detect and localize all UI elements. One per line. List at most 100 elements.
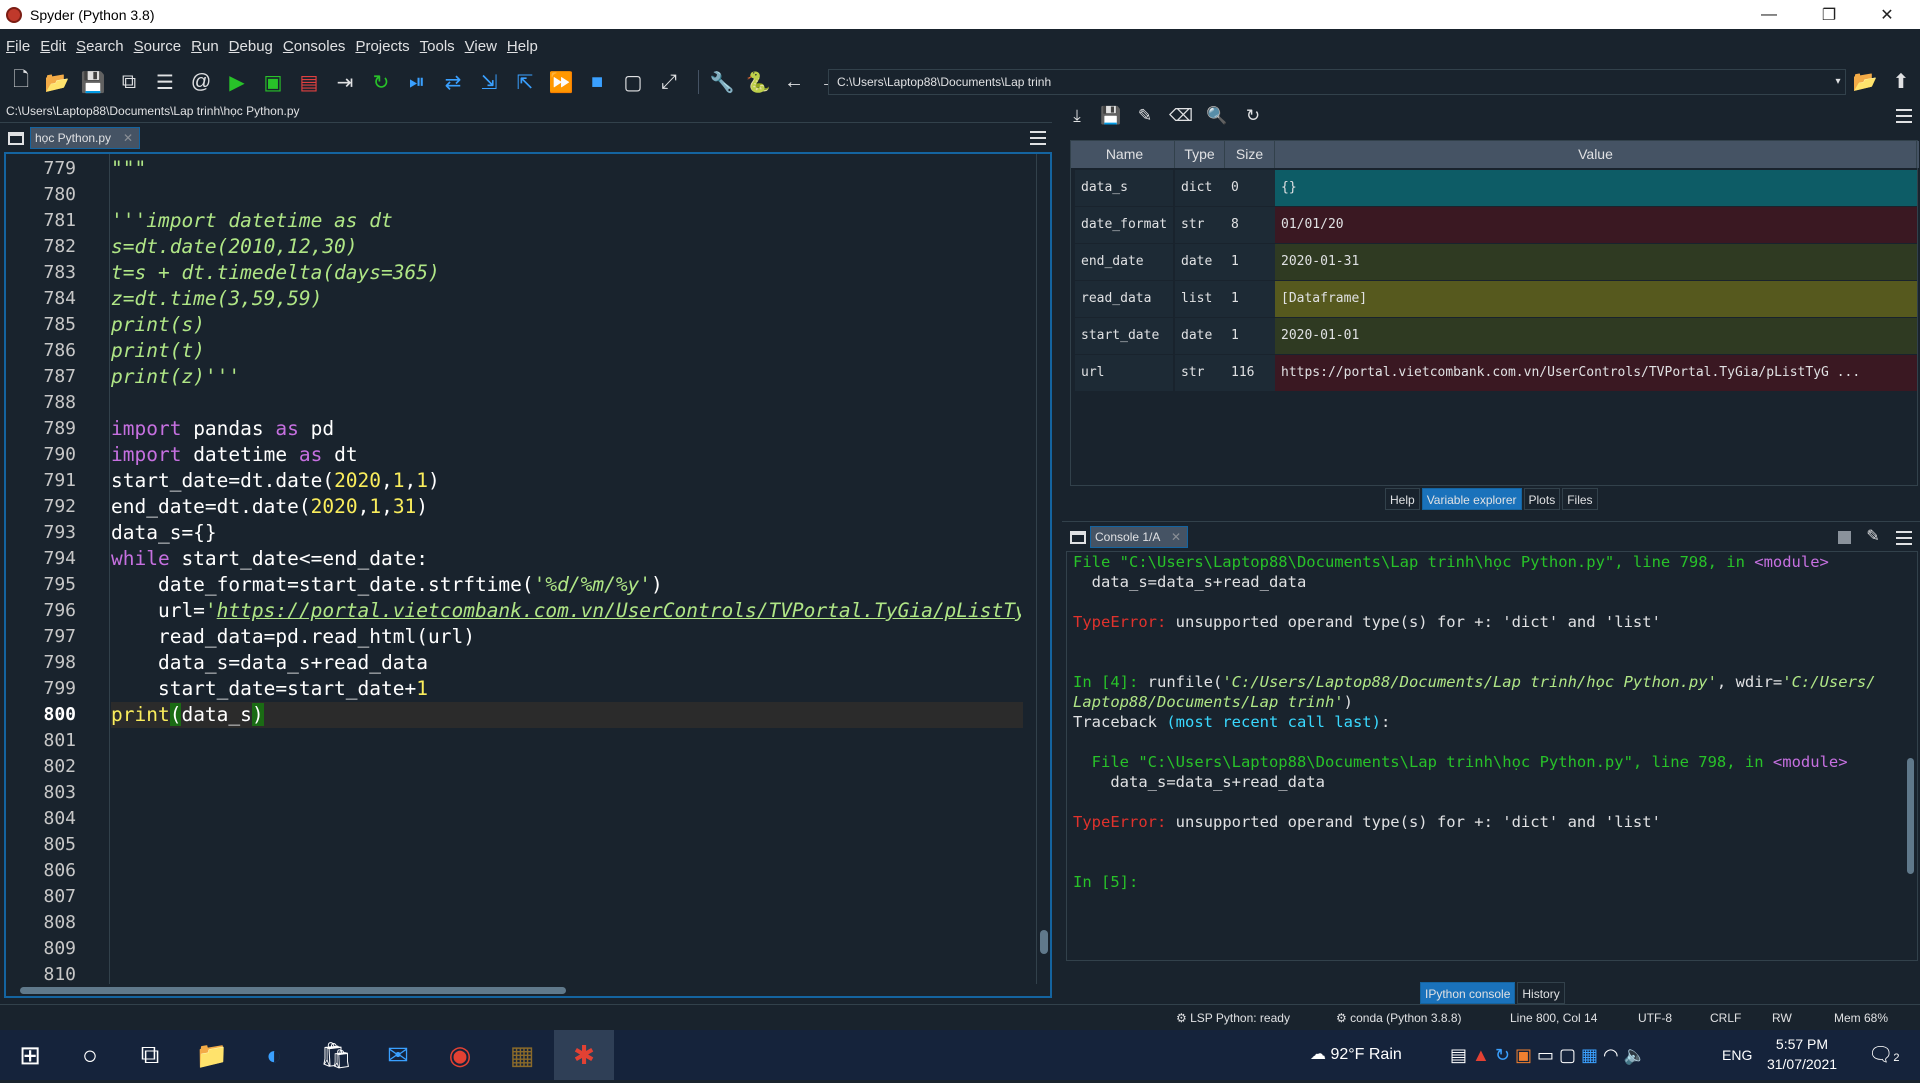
browse-folder-icon[interactable]: 📂	[1850, 66, 1880, 96]
maximize-button[interactable]: ❐	[1800, 0, 1858, 29]
fullscreen-icon[interactable]: ⤢	[654, 67, 684, 97]
stop-kernel-icon[interactable]	[1838, 531, 1851, 544]
outline-icon[interactable]: ☰	[150, 67, 180, 97]
back-icon[interactable]: ←	[779, 67, 809, 97]
browse-tabs-icon[interactable]	[1070, 531, 1086, 544]
console-options-icon[interactable]	[1896, 531, 1912, 545]
editor-options-icon[interactable]	[1030, 131, 1046, 145]
tray-display-icon[interactable]: ▢	[1559, 1045, 1581, 1065]
menu-search[interactable]: Search	[76, 38, 124, 55]
volume-icon[interactable]: 🔈	[1624, 1045, 1646, 1065]
preferences-icon[interactable]: 🔧	[707, 67, 737, 97]
edge-browser-icon[interactable]: ◐	[244, 1030, 304, 1080]
task-view-icon[interactable]: ⧉	[120, 1030, 180, 1080]
parent-directory-icon[interactable]: ⬆	[1886, 66, 1916, 96]
working-directory-input[interactable]: C:\Users\Laptop88\Documents\Lap trinh	[828, 69, 1846, 95]
table-row[interactable]: data_s dict 0 {}	[1075, 170, 1917, 207]
eraser-icon[interactable]: ⌫	[1168, 104, 1194, 128]
stop-icon[interactable]: ■	[582, 67, 612, 97]
tab-plots[interactable]: Plots	[1523, 488, 1561, 510]
menu-source[interactable]: Source	[134, 38, 182, 55]
refresh-icon[interactable]: ↻	[1240, 104, 1266, 128]
notifications-icon[interactable]: 🗨2	[1868, 1030, 1900, 1080]
input-language[interactable]: ENG	[1722, 1030, 1752, 1080]
minimize-button[interactable]: —	[1740, 0, 1798, 29]
chrome-icon[interactable]: ◉	[430, 1030, 490, 1080]
menu-projects[interactable]: Projects	[355, 38, 409, 55]
rerun-icon[interactable]: ↻	[366, 67, 396, 97]
table-row[interactable]: start_date date 1 2020-01-01	[1075, 318, 1917, 355]
console-tab[interactable]: Console 1/A ✕	[1090, 526, 1188, 548]
tray-app-icon[interactable]: ▦	[1581, 1045, 1603, 1065]
close-tab-icon[interactable]: ✕	[1171, 527, 1181, 547]
new-file-icon[interactable]: 🗋	[6, 67, 36, 97]
table-row[interactable]: url str 116 https://portal.vietcombank.c…	[1075, 355, 1917, 392]
spyder-taskbar-icon[interactable]: ✱	[554, 1030, 614, 1080]
clear-console-icon[interactable]: ✎	[1862, 526, 1884, 548]
save-data-as-icon[interactable]: ✎	[1132, 104, 1158, 128]
menu-help[interactable]: Help	[507, 38, 538, 55]
battery-icon[interactable]: ▭	[1537, 1045, 1559, 1065]
tray-app-icon[interactable]: ▤	[1450, 1045, 1472, 1065]
menu-file[interactable]: File	[6, 38, 30, 55]
store-icon[interactable]: 🛍	[306, 1030, 366, 1080]
tab-ipython-console[interactable]: IPython console	[1420, 982, 1516, 1004]
scrollbar-thumb[interactable]	[1907, 758, 1914, 874]
run-icon[interactable]: ▶	[222, 67, 252, 97]
file-explorer-icon[interactable]: 📁	[182, 1030, 242, 1080]
system-tray-icons[interactable]: ▤ ▲ ↻ ▣ ▭ ▢ ▦ ◠ 🔈	[1450, 1030, 1646, 1080]
tab-files[interactable]: Files	[1562, 488, 1598, 510]
variable-explorer-options-icon[interactable]	[1896, 109, 1912, 123]
chevron-down-icon[interactable]: ▾	[1830, 69, 1846, 95]
step-into-icon[interactable]: ⇲	[474, 67, 504, 97]
editor-vertical-scrollbar[interactable]	[1036, 154, 1050, 984]
minecraft-icon[interactable]: ▦	[492, 1030, 552, 1080]
python-path-icon[interactable]: 🐍	[743, 67, 773, 97]
save-data-icon[interactable]: 💾	[1098, 104, 1124, 128]
import-data-icon[interactable]: ⤓	[1064, 104, 1090, 128]
continue-icon[interactable]: ⏩	[546, 67, 576, 97]
wifi-icon[interactable]: ◠	[1603, 1045, 1624, 1065]
table-row[interactable]: date_format str 8 01/01/20	[1075, 207, 1917, 244]
code-text-area[interactable]: """ '''import datetime as dt s=dt.date(2…	[111, 154, 1021, 984]
tab-variable-explorer[interactable]: Variable explorer	[1421, 488, 1522, 510]
step-icon[interactable]: ⇄	[438, 67, 468, 97]
ipython-console[interactable]: File "C:\Users\Laptop88\Documents\Lap tr…	[1066, 551, 1918, 961]
editor-horizontal-scrollbar[interactable]	[16, 984, 1036, 996]
mail-icon[interactable]: ✉	[368, 1030, 428, 1080]
save-icon[interactable]: 💾	[78, 67, 108, 97]
menu-view[interactable]: View	[465, 38, 497, 55]
column-name[interactable]: Name	[1075, 141, 1175, 168]
debug-icon[interactable]: ⏯	[402, 67, 432, 97]
run-selection-icon[interactable]: ⇥	[330, 67, 360, 97]
menu-run[interactable]: Run	[191, 38, 219, 55]
tab-history[interactable]: History	[1517, 982, 1565, 1004]
save-all-icon[interactable]: ⧉	[114, 67, 144, 97]
column-value[interactable]: Value	[1275, 141, 1917, 168]
scrollbar-thumb[interactable]	[1040, 930, 1048, 954]
close-tab-icon[interactable]: ✕	[123, 128, 133, 148]
weather-widget[interactable]: ☁ 92°F Rain	[1310, 1030, 1402, 1080]
console-scrollbar[interactable]	[1905, 556, 1915, 956]
search-icon[interactable]: 🔍	[1204, 104, 1230, 128]
menu-debug[interactable]: Debug	[229, 38, 273, 55]
open-file-icon[interactable]: 📂	[42, 67, 72, 97]
tray-adobe-icon[interactable]: ▲	[1472, 1045, 1495, 1065]
close-button[interactable]: ✕	[1858, 0, 1916, 29]
table-row[interactable]: read_data list 1 [Dataframe]	[1075, 281, 1917, 318]
table-row[interactable]: end_date date 1 2020-01-31	[1075, 244, 1917, 281]
run-cell-icon[interactable]: ▣	[258, 67, 288, 97]
column-size[interactable]: Size	[1225, 141, 1275, 168]
run-cell-advance-icon[interactable]: ▤	[294, 67, 324, 97]
code-editor[interactable]: 779 780 781 782 783 784 785 786 787 788 …	[4, 152, 1052, 998]
browse-tabs-icon[interactable]	[8, 132, 24, 145]
tray-app-icon[interactable]: ▣	[1515, 1045, 1537, 1065]
tab-help[interactable]: Help	[1385, 488, 1420, 510]
maximize-pane-icon[interactable]: ▢	[618, 67, 648, 97]
clock[interactable]: 5:57 PM 31/07/2021	[1762, 1034, 1842, 1074]
step-return-icon[interactable]: ⇱	[510, 67, 540, 97]
menu-consoles[interactable]: Consoles	[283, 38, 346, 55]
windows-start-icon[interactable]: ⊞	[0, 1030, 60, 1080]
at-icon[interactable]: @	[186, 67, 216, 97]
editor-tab-file[interactable]: học Python.py ✕	[30, 127, 140, 149]
